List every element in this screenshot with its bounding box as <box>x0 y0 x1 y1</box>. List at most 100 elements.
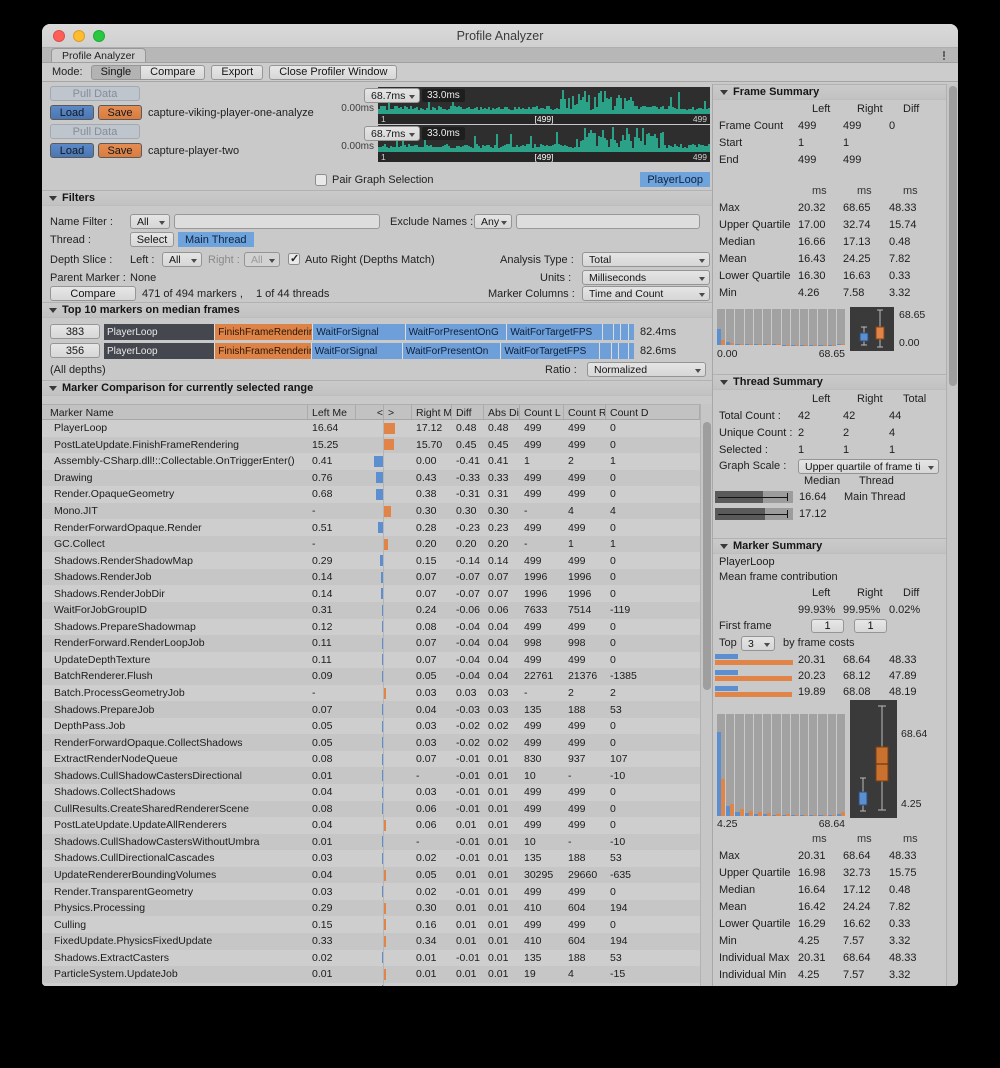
marker-segment[interactable]: WaitForTargetFPS <box>507 324 603 340</box>
marker-segment[interactable]: WaitForPresentOnG <box>406 324 508 340</box>
frame-number-button[interactable]: 383 <box>50 324 100 339</box>
column-header-9[interactable]: Count D <box>606 405 700 419</box>
table-row[interactable]: Render.TransparentGeometry0.030.02-0.010… <box>42 883 700 900</box>
minimize-window-button[interactable] <box>73 30 85 42</box>
pull-data-button[interactable]: Pull Data <box>50 124 140 139</box>
marker-stack-bar[interactable]: PlayerLoopFinishFrameRenderingWaitForSig… <box>104 343 634 359</box>
top-frame-cost-row[interactable]: 20.3168.6448.33 <box>713 652 946 668</box>
marker-segment[interactable]: WaitForTargetFPS <box>501 343 600 359</box>
marker-comparison-header[interactable]: Marker Comparison for currently selected… <box>42 380 712 396</box>
table-row[interactable]: Shadows.CullDirectionalCascades0.030.02-… <box>42 850 700 867</box>
save-button[interactable]: Save <box>98 143 142 158</box>
marker-segment[interactable] <box>612 343 619 359</box>
table-row[interactable]: Material.SetPassFast0.030.02-0.010.01449… <box>42 983 700 986</box>
marker-segment[interactable] <box>629 343 634 359</box>
mode-close-profiler-window-button[interactable]: Close Profiler Window <box>269 65 397 80</box>
marker-segment[interactable] <box>603 324 614 340</box>
table-row[interactable]: Shadows.RenderJobDir0.140.07-0.070.07199… <box>42 585 700 602</box>
table-row[interactable]: WaitForJobGroupID0.310.24-0.060.06763375… <box>42 602 700 619</box>
table-row[interactable]: ParticleSystem.UpdateJob0.010.010.010.01… <box>42 966 700 983</box>
table-row[interactable]: FixedUpdate.PhysicsFixedUpdate0.330.340.… <box>42 933 700 950</box>
frame-summary-header[interactable]: Frame Summary <box>713 84 946 100</box>
marker-segment[interactable]: WaitForSignal <box>312 343 403 359</box>
name-filter-mode-dropdown[interactable]: All <box>130 214 170 229</box>
table-row[interactable]: CullResults.CreateSharedRendererScene0.0… <box>42 801 700 818</box>
range-selector-dropdown[interactable]: 68.7ms <box>364 88 420 103</box>
table-row[interactable]: Render.OpaqueGeometry0.680.38-0.310.3149… <box>42 486 700 503</box>
table-row[interactable]: Shadows.RenderJob0.140.07-0.070.07199619… <box>42 569 700 586</box>
ratio-dropdown[interactable]: Normalized <box>587 362 706 377</box>
top-frame-cost-row[interactable]: 19.8968.0848.19 <box>713 684 946 700</box>
range-selector-dropdown[interactable]: 68.7ms <box>364 126 420 141</box>
depth-right-dropdown[interactable]: All <box>244 252 280 267</box>
thread-row[interactable]: 16.64 Main Thread <box>713 489 946 506</box>
auto-right-checkbox[interactable] <box>288 253 300 265</box>
marker-segment[interactable] <box>600 343 612 359</box>
column-header-3[interactable]: > <box>384 405 412 419</box>
frame-number-button[interactable]: 356 <box>50 343 100 358</box>
close-window-button[interactable] <box>53 30 65 42</box>
units-dropdown[interactable]: Milliseconds <box>582 270 710 285</box>
marker-segment[interactable] <box>629 324 634 340</box>
compare-button[interactable]: Compare <box>50 286 136 301</box>
marker-segment[interactable] <box>619 343 629 359</box>
marker-segment[interactable]: WaitForSignal <box>313 324 405 340</box>
thread-summary-header[interactable]: Thread Summary <box>713 374 946 390</box>
mode-single-button[interactable]: Single <box>91 65 142 80</box>
thread-select-button[interactable]: Select <box>130 232 174 247</box>
tab-profile-analyzer[interactable]: Profile Analyzer <box>51 48 146 62</box>
filters-header[interactable]: Filters <box>42 190 712 206</box>
table-row[interactable]: Shadows.CullShadowCastersDirectional0.01… <box>42 767 700 784</box>
table-row[interactable]: Shadows.CullShadowCastersWithoutUmbra0.0… <box>42 834 700 851</box>
first-frame-right-button[interactable]: 1 <box>854 619 887 633</box>
table-row[interactable]: Shadows.PrepareShadowmap0.120.08-0.040.0… <box>42 619 700 636</box>
exclude-mode-dropdown[interactable]: Any <box>474 214 512 229</box>
marker-stack-bar[interactable]: PlayerLoopFinishFrameRenderinWaitForSign… <box>104 324 634 340</box>
table-row[interactable]: Mono.JIT-0.300.300.30-44 <box>42 503 700 520</box>
column-header-6[interactable]: Abs Diff <box>484 405 520 419</box>
frame-time-graph[interactable]: 1 [499] 499 68.7ms 33.0ms <box>378 125 710 162</box>
table-row[interactable]: BatchRenderer.Flush0.090.05-0.040.042276… <box>42 668 700 685</box>
table-row[interactable]: RenderForward.RenderLoopJob0.110.07-0.04… <box>42 635 700 652</box>
marker-segment[interactable]: WaitForPresentOn <box>403 343 502 359</box>
marker-segment[interactable]: PlayerLoop <box>104 343 215 359</box>
table-row[interactable]: Culling0.150.160.010.014994990 <box>42 916 700 933</box>
exclude-names-input[interactable] <box>516 214 700 229</box>
first-frame-left-button[interactable]: 1 <box>811 619 844 633</box>
table-row[interactable]: RenderForwardOpaque.CollectShadows0.050.… <box>42 734 700 751</box>
window-scrollbar-thumb[interactable] <box>949 86 957 386</box>
window-scrollbar[interactable] <box>946 84 958 986</box>
load-button[interactable]: Load <box>50 143 94 158</box>
table-row[interactable]: UpdateDepthTexture0.110.07-0.040.0449949… <box>42 652 700 669</box>
top-n-dropdown[interactable]: 3 <box>741 636 775 651</box>
table-row[interactable]: UpdateRendererBoundingVolumes0.040.050.0… <box>42 867 700 884</box>
comparison-table-header[interactable]: Marker NameLeft Me<>Right MDiffAbs DiffC… <box>42 404 700 420</box>
table-row[interactable]: Shadows.PrepareJob0.070.04-0.030.0313518… <box>42 701 700 718</box>
pull-data-button[interactable]: Pull Data <box>50 86 140 101</box>
frame-histogram[interactable] <box>717 309 845 345</box>
marker-histogram[interactable] <box>717 714 845 816</box>
titlebar[interactable]: Profile Analyzer <box>42 24 958 48</box>
name-filter-input[interactable] <box>174 214 380 229</box>
save-button[interactable]: Save <box>98 105 142 120</box>
mode-compare-button[interactable]: Compare <box>140 65 205 80</box>
column-header-1[interactable]: Left Me <box>308 405 356 419</box>
pair-graph-selection-checkbox[interactable] <box>315 174 327 186</box>
table-scrollbar-thumb[interactable] <box>703 422 711 690</box>
column-header-5[interactable]: Diff <box>452 405 484 419</box>
column-header-marker-name[interactable]: Marker Name <box>46 405 308 419</box>
top-frame-cost-row[interactable]: 20.2368.1247.89 <box>713 668 946 684</box>
table-row[interactable]: ExtractRenderNodeQueue0.080.07-0.010.018… <box>42 751 700 768</box>
zoom-window-button[interactable] <box>93 30 105 42</box>
selected-marker-badge[interactable]: PlayerLoop <box>640 172 710 187</box>
depth-left-dropdown[interactable]: All <box>162 252 202 267</box>
table-row[interactable]: GC.Collect-0.200.200.20-11 <box>42 536 700 553</box>
table-row[interactable]: Drawing0.760.43-0.330.334994990 <box>42 470 700 487</box>
marker-segment[interactable]: FinishFrameRenderin <box>215 324 313 340</box>
table-row[interactable]: Physics.Processing0.290.300.010.01410604… <box>42 900 700 917</box>
table-row[interactable]: RenderForwardOpaque.Render0.510.28-0.230… <box>42 519 700 536</box>
marker-summary-header[interactable]: Marker Summary <box>713 538 946 554</box>
load-button[interactable]: Load <box>50 105 94 120</box>
marker-segment[interactable]: PlayerLoop <box>104 324 215 340</box>
marker-segment[interactable]: FinishFrameRendering <box>215 343 311 359</box>
